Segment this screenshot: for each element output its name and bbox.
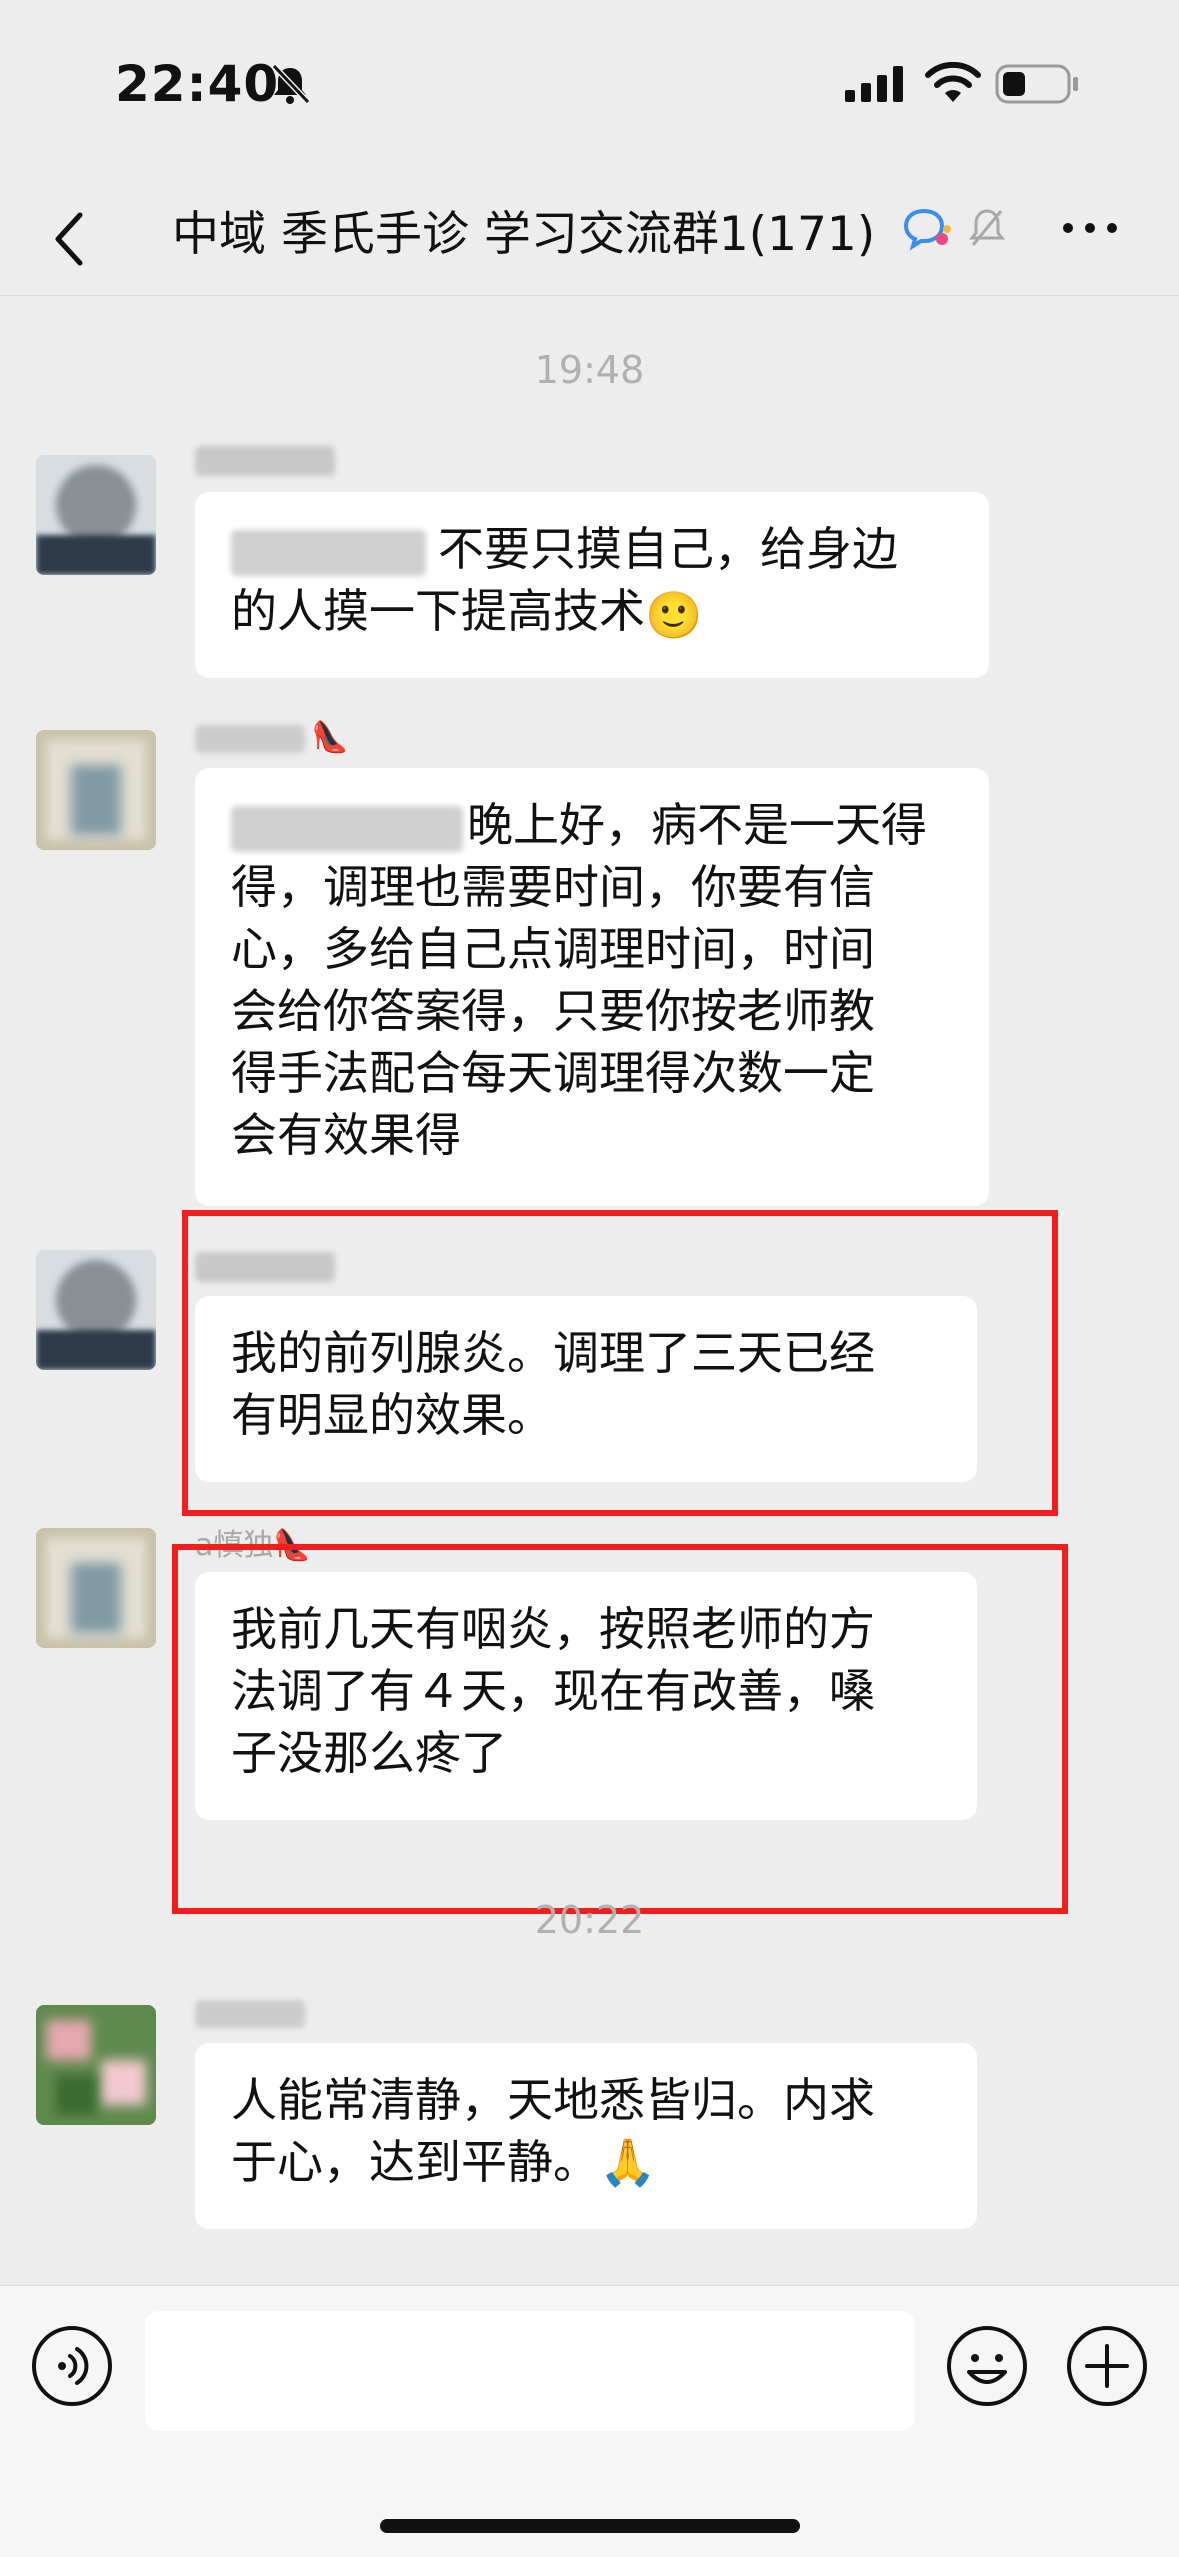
message-text: 得，调理也需要时间，你要有信 xyxy=(231,860,875,914)
back-icon[interactable] xyxy=(40,197,100,277)
chat-ai-icon[interactable] xyxy=(902,205,952,251)
status-bar: 22:40 xyxy=(0,0,1179,175)
message-text: 的人摸一下提高技术 xyxy=(231,584,645,638)
wifi-icon xyxy=(925,62,981,102)
input-bar xyxy=(0,2285,1179,2557)
highlight-box xyxy=(172,1544,1068,1914)
smile-emoji: 🙂 xyxy=(645,587,703,642)
avatar[interactable] xyxy=(36,2005,156,2125)
avatar[interactable] xyxy=(36,730,156,850)
home-indicator xyxy=(380,2519,800,2533)
sender-name xyxy=(195,442,335,480)
mute-icon xyxy=(968,209,1006,246)
bell-off-icon xyxy=(271,63,311,105)
emoji-icon[interactable] xyxy=(945,2324,1029,2408)
message-bubble[interactable]: 人能常清静，天地悉皆归。内求 于心，达到平静。🙏 xyxy=(195,2043,977,2229)
sender-name xyxy=(195,1995,305,2033)
message-text: 人能常清静，天地悉皆归。内求 xyxy=(231,2073,875,2127)
message-text: 得手法配合每天调理得次数一定 xyxy=(231,1046,875,1100)
highlight-box xyxy=(182,1210,1058,1516)
chat-title: 中域 季氏手诊 学习交流群1(171) xyxy=(172,207,876,262)
battery-icon xyxy=(995,64,1078,104)
message-text: 心，多给自己点调理时间，时间 xyxy=(231,922,875,976)
timestamp: 19:48 xyxy=(534,348,645,392)
message-text: 晚上好，病不是一天得 xyxy=(467,798,927,852)
voice-icon[interactable] xyxy=(30,2324,114,2408)
chat-header: 中域 季氏手诊 学习交流群1(171) xyxy=(0,175,1179,296)
more-icon[interactable] xyxy=(1060,213,1120,243)
timestamp: 20:22 xyxy=(534,1898,645,1942)
plus-icon[interactable] xyxy=(1065,2324,1149,2408)
avatar[interactable] xyxy=(36,455,156,575)
message-bubble[interactable]: 不要只摸自己，给身边 的人摸一下提高技术🙂 xyxy=(195,492,989,678)
message-bubble[interactable]: 晚上好，病不是一天得 得，调理也需要时间，你要有信 心，多给自己点调理时间，时间… xyxy=(195,768,989,1206)
avatar[interactable] xyxy=(36,1528,156,1648)
message-text: 不要只摸自己，给身边 xyxy=(438,522,898,576)
sender-name: 👠 xyxy=(195,720,348,758)
message-input[interactable] xyxy=(145,2311,915,2431)
status-time: 22:40 xyxy=(115,55,280,113)
message-text: 于心，达到平静。🙏 xyxy=(231,2135,657,2189)
signal-icon xyxy=(845,66,903,102)
title-icons xyxy=(902,205,1007,251)
message-text: 会有效果得 xyxy=(231,1108,461,1162)
message-text: 会给你答案得，只要你按老师教 xyxy=(231,984,875,1038)
avatar[interactable] xyxy=(36,1250,156,1370)
